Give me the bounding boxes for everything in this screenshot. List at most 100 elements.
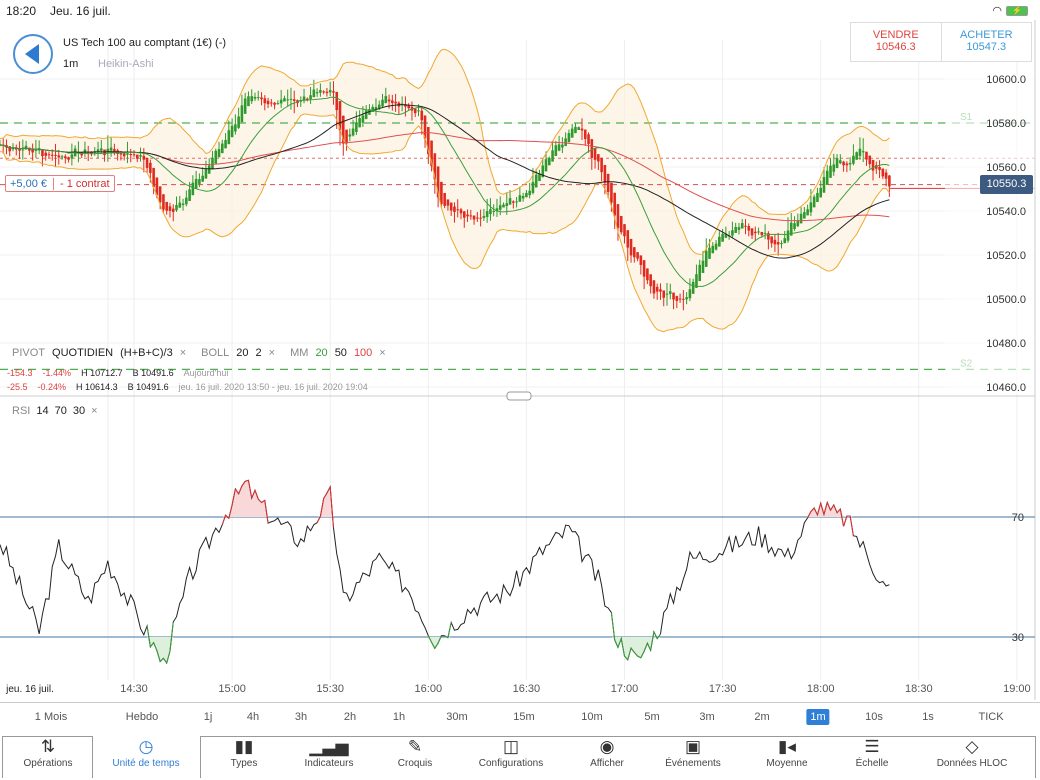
back-button[interactable] (13, 34, 53, 74)
timeframe-5m[interactable]: 5m (644, 711, 659, 723)
rsi-label[interactable]: RSI (12, 405, 30, 417)
candle (253, 96, 257, 99)
candle (113, 149, 116, 152)
candle (561, 144, 564, 148)
buy-button[interactable]: ACHETER 10547.3 (942, 23, 1032, 61)
remove-mm-icon[interactable]: × (379, 347, 385, 359)
timeframe-1-mois[interactable]: 1 Mois (35, 711, 67, 723)
timeframe-1h[interactable]: 1h (393, 711, 405, 723)
average-icon: ▮◂ (778, 737, 796, 756)
tool-eye[interactable]: ◉ Afficher (562, 734, 652, 778)
timeframe-1s[interactable]: 1s (922, 711, 934, 723)
candle (600, 157, 603, 173)
boll-label[interactable]: BOLL (201, 347, 229, 359)
timeframe-1m[interactable]: 1m (806, 709, 830, 725)
tool-label: Opérations (23, 758, 73, 769)
candle (691, 281, 695, 294)
candle (770, 236, 773, 244)
stat-low: B 10491.6 (132, 368, 174, 378)
candle (162, 194, 165, 210)
timeframe-2h[interactable]: 2h (344, 711, 356, 723)
candle (185, 197, 188, 205)
candle (234, 124, 237, 132)
candle (613, 192, 616, 216)
candle (871, 159, 875, 171)
position-tag[interactable]: +5,00 € - 1 contrat (5, 175, 115, 192)
battery-icon: ⚡ (1006, 5, 1028, 16)
time-tick: 19:00 (1003, 683, 1031, 695)
tool-calendar[interactable]: ▣ Événements (648, 734, 738, 778)
candle (806, 209, 809, 216)
candle (171, 208, 175, 212)
candle (534, 174, 538, 188)
candle (260, 97, 263, 100)
tool-clock[interactable]: ◷ Unité de temps (101, 734, 191, 778)
current-price-tag: 10550.3 (980, 175, 1033, 194)
candle (626, 230, 630, 248)
timeframe-30m[interactable]: 30m (446, 711, 467, 723)
candle (564, 138, 567, 147)
instrument-title: US Tech 100 au comptant (1€) (-) (63, 37, 227, 49)
tool-label: Configurations (478, 758, 544, 769)
candle (832, 164, 836, 172)
candle (590, 139, 594, 158)
pivot-label[interactable]: PIVOT (12, 347, 45, 359)
remove-rsi-icon[interactable]: × (91, 405, 97, 417)
date: Jeu. 16 juil. (50, 4, 111, 18)
candle (603, 164, 607, 183)
tool-label: Données HLOC (936, 758, 1008, 769)
candle (198, 179, 201, 184)
mm-label[interactable]: MM (290, 347, 308, 359)
timeframe-1j[interactable]: 1j (204, 711, 213, 723)
tool-pencil[interactable]: ✎ Croquis (370, 734, 460, 778)
candle (502, 204, 505, 208)
tool-scale[interactable]: ☰ Échelle (827, 734, 917, 778)
candle (135, 154, 139, 159)
candle (528, 190, 531, 196)
candle (351, 128, 355, 136)
candle (852, 155, 855, 164)
tool-average[interactable]: ▮◂ Moyenne (742, 734, 832, 778)
timeframe-2m[interactable]: 2m (754, 711, 769, 723)
candle (655, 286, 659, 292)
candle (835, 158, 839, 169)
timeframe-10s[interactable]: 10s (865, 711, 883, 723)
candle (685, 297, 688, 300)
timeframe-tick[interactable]: TICK (978, 711, 1003, 723)
candle (211, 157, 214, 170)
candle (181, 203, 185, 206)
timeframe-3h[interactable]: 3h (295, 711, 307, 723)
candle (207, 165, 211, 174)
tool-candles[interactable]: ▮▮ Types (199, 734, 289, 778)
candle (610, 182, 613, 203)
mm50-value: 50 (334, 347, 347, 359)
timeframe-10m[interactable]: 10m (581, 711, 602, 723)
clock-icon: ◷ (138, 737, 154, 756)
candle (682, 298, 685, 300)
tool-arrows-up-down[interactable]: ⇅ Opérations (3, 734, 93, 778)
tool-layout[interactable]: ◫ Configurations (466, 734, 556, 778)
candle (129, 153, 133, 155)
timeframe-15m[interactable]: 15m (513, 711, 534, 723)
timeframe-3m[interactable]: 3m (699, 711, 714, 723)
candle (754, 231, 757, 234)
remove-boll-icon[interactable]: × (269, 347, 275, 359)
price-chart[interactable]: S1S210600.010580.010560.010540.010520.01… (0, 20, 1040, 700)
candle (44, 152, 48, 156)
candle (188, 189, 191, 201)
timeframe-4h[interactable]: 4h (247, 711, 259, 723)
sell-button[interactable]: VENDRE 10546.3 (851, 23, 942, 61)
candle (783, 238, 787, 244)
remove-pivot-icon[interactable]: × (180, 347, 186, 359)
tool-crosshair[interactable]: ◇ Données HLOC (927, 734, 1017, 778)
timeframe-hebdo[interactable]: Hebdo (126, 711, 158, 723)
indicator-legend: PIVOT QUOTIDIEN (H+B+C)/3 × BOLL 20 2 × … (12, 347, 386, 359)
candle (54, 154, 57, 156)
candle (557, 144, 561, 151)
tool-bar-chart[interactable]: ▁▃▅ Indicateurs (284, 734, 374, 778)
resize-handle[interactable] (506, 391, 532, 401)
candle (175, 204, 178, 211)
candle (606, 173, 610, 192)
rsi-line (0, 479, 890, 665)
candle (194, 178, 198, 189)
